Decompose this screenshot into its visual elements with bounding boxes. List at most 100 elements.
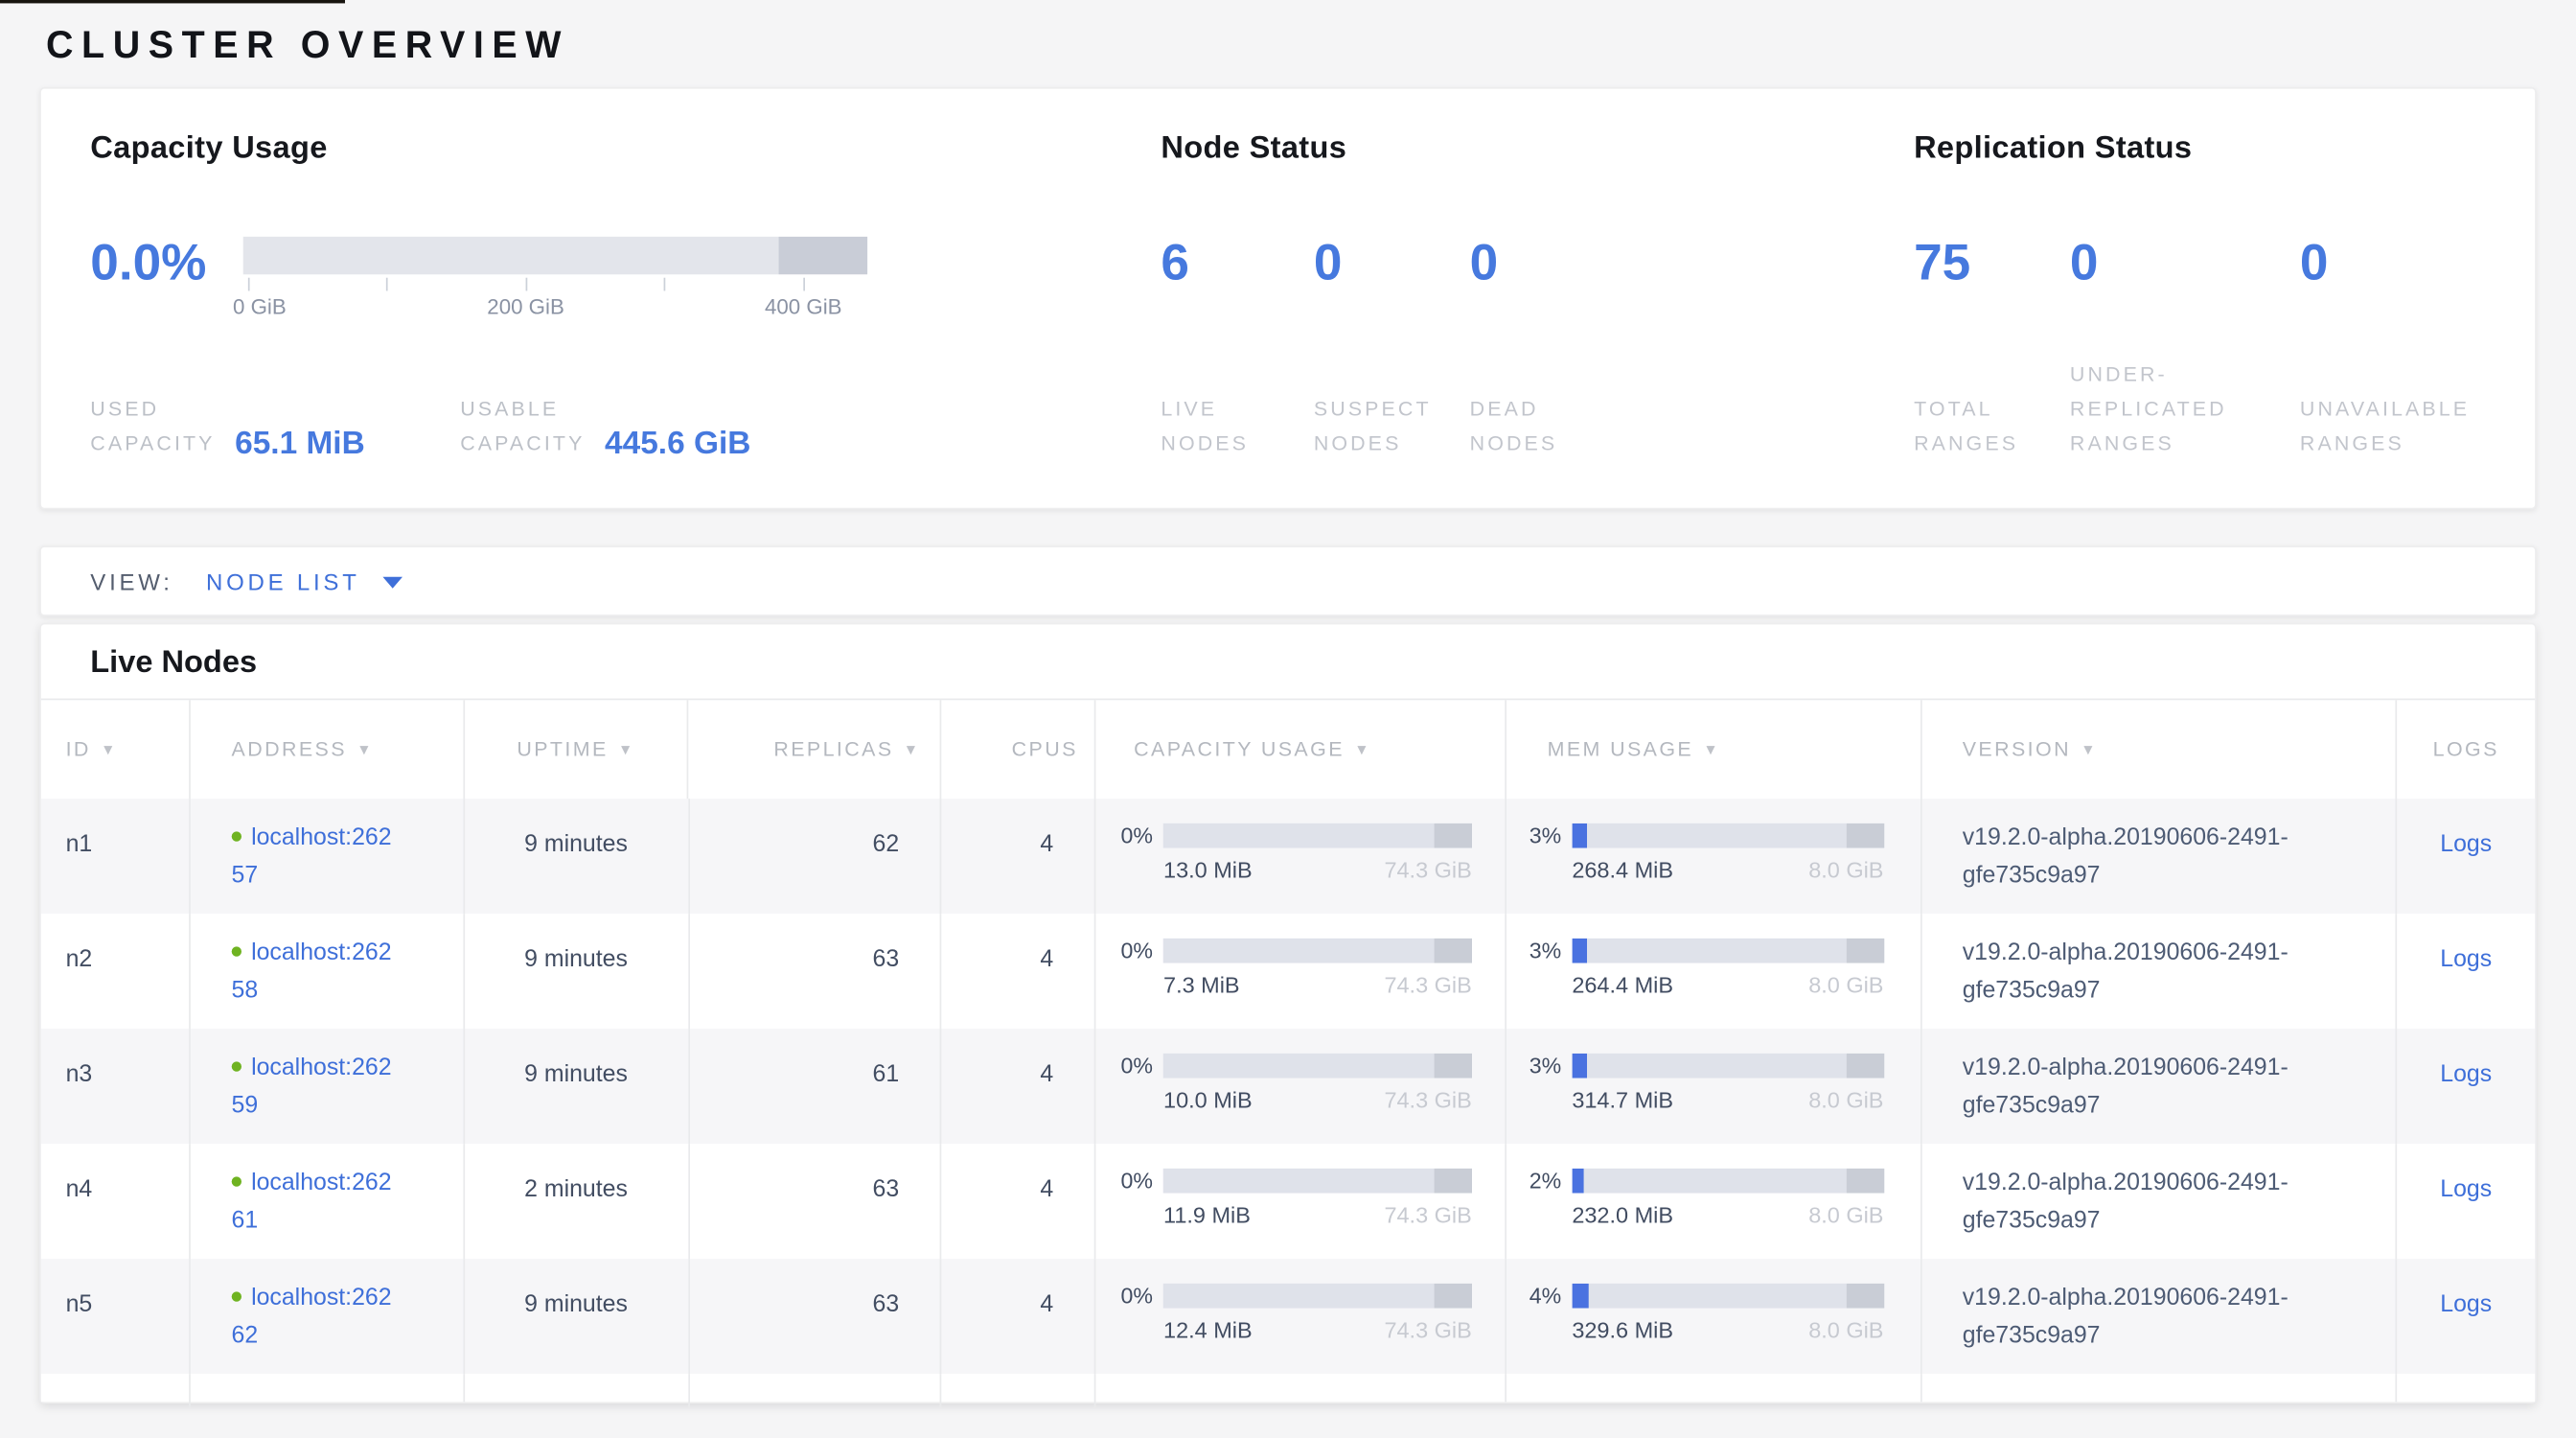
capacity-usage-title: Capacity Usage [90, 131, 1070, 168]
capacity-usage-cell: 0% 11.9 MiB 74.3 GiB [1096, 1144, 1506, 1259]
node-id-cell: n5 [41, 1259, 191, 1374]
mem-bar [1572, 1169, 1883, 1194]
mem-total-value: 8.0 GiB [1808, 973, 1883, 998]
node-version-cell: v19.2.0-alpha.20190606-2491-gfe735c9a97 [1921, 1259, 2397, 1374]
mem-bar [1572, 1284, 1883, 1309]
view-selector-bar: VIEW: NODE LIST [39, 545, 2537, 616]
node-logs-cell: Logs [2397, 799, 2535, 914]
node-address-link[interactable]: localhost:26257 [232, 825, 392, 890]
mem-bar-reserved-segment [1846, 823, 1883, 848]
node-logs-cell: Logs [2397, 1259, 2535, 1374]
capacity-bar [1163, 823, 1472, 848]
suspect-nodes-value: 0 [1314, 237, 1470, 290]
used-capacity-label: USED CAPACITY [90, 393, 215, 462]
table-row: n4 localhost:26261 2 minutes 63 4 0% 11.… [41, 1144, 2535, 1259]
sort-arrow-icon: ▼ [2081, 741, 2098, 757]
node-address-link[interactable]: localhost:26259 [232, 1055, 392, 1120]
node-address-cell: localhost:26257 [191, 799, 465, 914]
node-address-cell: localhost:26262 [191, 1259, 465, 1374]
mem-usage-cell: 2% 232.0 MiB 8.0 GiB [1506, 1144, 1921, 1259]
column-header-mem-usage[interactable]: MEM USAGE▼ [1506, 700, 1921, 799]
node-id-cell: n3 [41, 1029, 191, 1144]
node-replicas-cell: 63 [689, 1259, 942, 1374]
capacity-bar-reserved-segment [1434, 823, 1471, 848]
logs-link[interactable]: Logs [2440, 1291, 2492, 1317]
nodes-table-body: n1 localhost:26257 9 minutes 62 4 0% 13.… [41, 799, 2535, 1374]
mem-bar [1572, 939, 1883, 963]
mem-bar-used-segment [1572, 1169, 1584, 1194]
table-row: n2 localhost:26258 9 minutes 63 4 0% 7.3… [41, 914, 2535, 1029]
node-version-cell: v19.2.0-alpha.20190606-2491-gfe735c9a97 [1921, 1144, 2397, 1259]
nodes-table-header: ID▼ ADDRESS▼ UPTIME▼ REPLICAS▼ CPUS CAPA… [41, 699, 2535, 800]
capacity-gauge-reserved-segment [779, 237, 868, 274]
capacity-percent-label: 0% [1120, 823, 1163, 848]
capacity-bar [1163, 1284, 1472, 1309]
used-capacity-stat: USED CAPACITY 65.1 MiB [90, 393, 364, 462]
live-status-icon [232, 831, 242, 841]
axis-tick-label: 0 GiB [233, 294, 287, 319]
view-label: VIEW: [90, 568, 172, 593]
capacity-used-value: 13.0 MiB [1163, 858, 1253, 883]
sort-arrow-icon: ▼ [1354, 741, 1371, 757]
usable-capacity-value: 445.6 GiB [605, 428, 750, 462]
capacity-total-value: 74.3 GiB [1384, 1088, 1471, 1113]
mem-bar-reserved-segment [1846, 1169, 1883, 1194]
sort-arrow-icon: ▼ [356, 741, 374, 757]
node-cpus-cell: 4 [942, 914, 1096, 1029]
mem-usage-cell: 3% 314.7 MiB 8.0 GiB [1506, 1029, 1921, 1144]
logs-link[interactable]: Logs [2440, 946, 2492, 972]
view-dropdown[interactable]: NODE LIST [206, 568, 360, 593]
capacity-usage-cell: 0% 7.3 MiB 74.3 GiB [1096, 914, 1506, 1029]
mem-percent-label: 3% [1530, 1054, 1573, 1078]
capacity-bar-reserved-segment [1434, 939, 1471, 963]
column-header-logs: LOGS [2397, 700, 2535, 799]
mem-usage-cell: 3% 268.4 MiB 8.0 GiB [1506, 799, 1921, 914]
column-header-replicas[interactable]: REPLICAS▼ [689, 700, 942, 799]
mem-total-value: 8.0 GiB [1808, 858, 1883, 883]
usable-capacity-label: USABLE CAPACITY [460, 393, 585, 462]
mem-usage-cell: 3% 264.4 MiB 8.0 GiB [1506, 914, 1921, 1029]
under-replicated-stat: 0 UNDER-REPLICATED RANGES [2070, 237, 2300, 462]
column-header-version[interactable]: VERSION▼ [1921, 700, 2397, 799]
axis-tick-label: 200 GiB [487, 294, 564, 319]
capacity-percent-label: 0% [1120, 1284, 1163, 1309]
logs-link[interactable]: Logs [2440, 831, 2492, 857]
node-address-link[interactable]: localhost:26262 [232, 1286, 392, 1350]
logs-link[interactable]: Logs [2440, 1061, 2492, 1087]
node-cpus-cell: 4 [942, 1144, 1096, 1259]
total-ranges-value: 75 [1914, 237, 2070, 290]
column-header-capacity-usage[interactable]: CAPACITY USAGE▼ [1096, 700, 1506, 799]
capacity-gauge-bar [243, 237, 867, 274]
capacity-percent-label: 0% [1120, 939, 1163, 963]
capacity-used-value: 10.0 MiB [1163, 1088, 1253, 1113]
capacity-total-value: 74.3 GiB [1384, 858, 1471, 883]
mem-used-value: 329.6 MiB [1572, 1318, 1673, 1343]
dead-nodes-value: 0 [1470, 237, 1651, 290]
capacity-usage-cell: 0% 13.0 MiB 74.3 GiB [1096, 799, 1506, 914]
node-uptime-cell: 9 minutes [465, 1029, 689, 1144]
mem-total-value: 8.0 GiB [1808, 1318, 1883, 1343]
node-address-link[interactable]: localhost:26261 [232, 1171, 392, 1235]
column-header-cpus[interactable]: CPUS [942, 700, 1096, 799]
logs-link[interactable]: Logs [2440, 1176, 2492, 1202]
column-header-address[interactable]: ADDRESS▼ [191, 700, 465, 799]
chevron-down-icon[interactable] [383, 577, 403, 589]
mem-percent-label: 3% [1530, 939, 1573, 963]
sort-arrow-icon: ▼ [1703, 741, 1720, 757]
column-header-id[interactable]: ID▼ [41, 700, 191, 799]
mem-used-value: 264.4 MiB [1572, 973, 1673, 998]
unavailable-ranges-value: 0 [2300, 237, 2486, 290]
node-logs-cell: Logs [2397, 1029, 2535, 1144]
node-uptime-cell: 9 minutes [465, 914, 689, 1029]
total-ranges-label: TOTAL RANGES [1914, 393, 2070, 462]
capacity-gauge-ticks [243, 278, 867, 292]
sort-arrow-icon: ▼ [618, 741, 635, 757]
replication-status-section: Replication Status 75 TOTAL RANGES 0 UND… [1914, 131, 2486, 462]
cluster-summary-card: Capacity Usage 0.0% 0 GiB 200 GiB 400 Gi… [39, 87, 2537, 510]
page-title: CLUSTER OVERVIEW [39, 0, 2537, 87]
node-cpus-cell: 4 [942, 799, 1096, 914]
node-address-link[interactable]: localhost:26258 [232, 940, 392, 1005]
total-ranges-stat: 75 TOTAL RANGES [1914, 237, 2070, 462]
column-header-uptime[interactable]: UPTIME▼ [465, 700, 690, 799]
capacity-used-percent: 0.0% [90, 237, 242, 288]
